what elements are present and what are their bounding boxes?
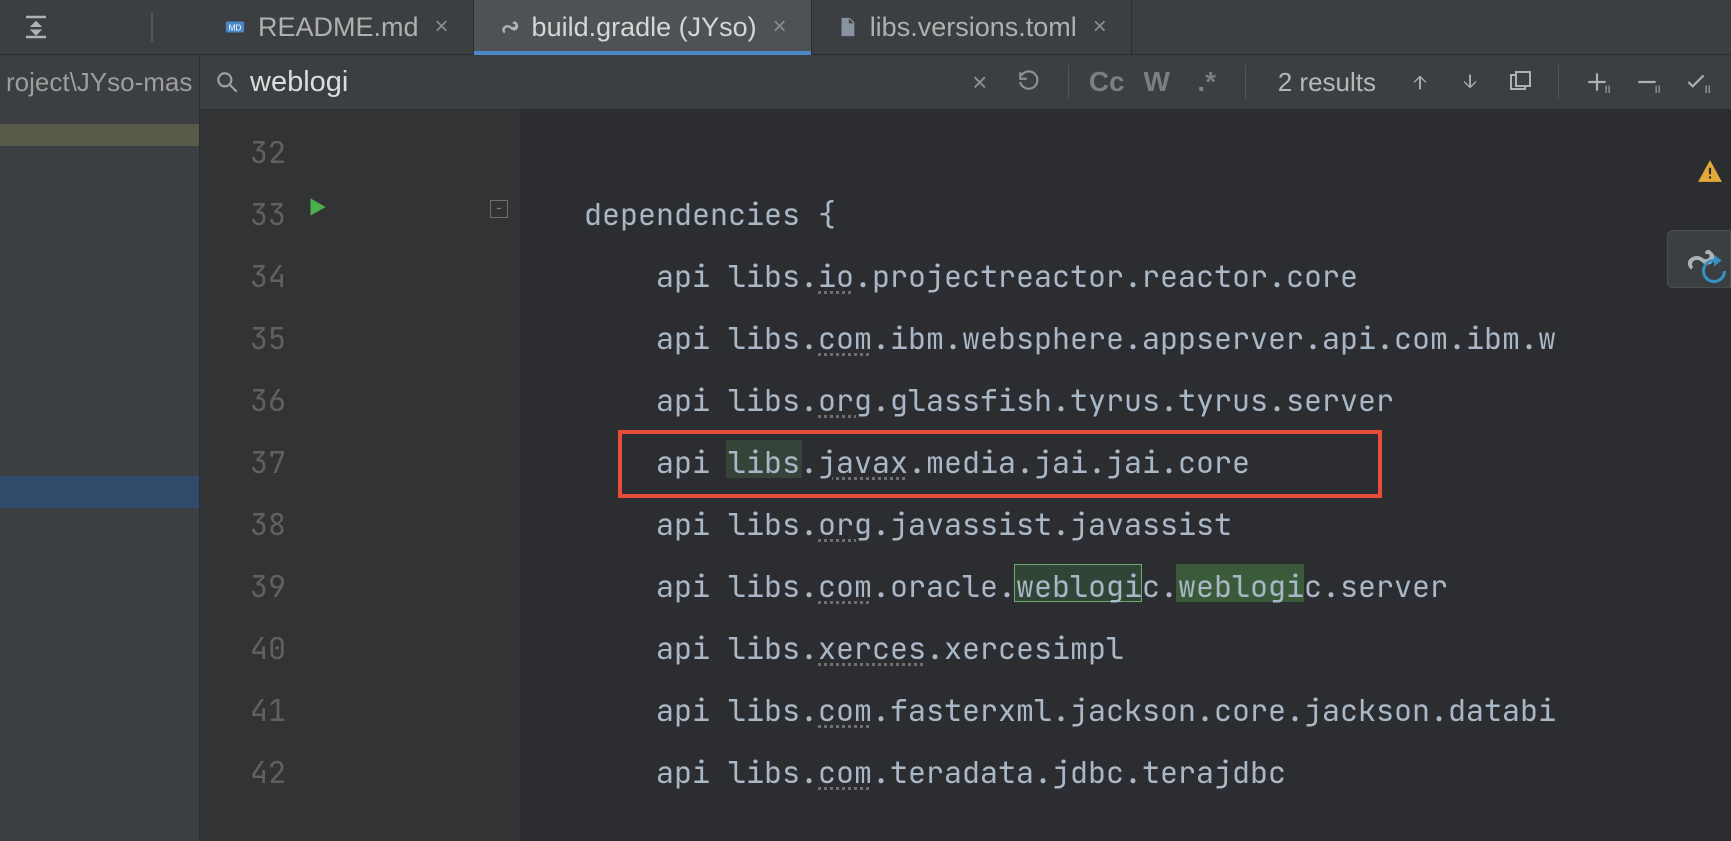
close-icon[interactable]: × <box>1093 13 1107 41</box>
tab-label: build.gradle (JYso) <box>532 12 757 43</box>
code-line[interactable]: api libs.org.glassfish.tyrus.tyrus.serve… <box>584 380 1394 420</box>
code-editor[interactable]: 32 33 − 34 35 36 37 38 39 40 41 42 dependencies { a… <box>200 110 1731 841</box>
file-icon <box>836 16 858 38</box>
history-icon[interactable] <box>1010 62 1050 102</box>
code-line[interactable]: api libs.org.javassist.javassist <box>584 504 1232 544</box>
line-number: 41 <box>200 690 286 730</box>
tab-label: libs.versions.toml <box>870 12 1077 43</box>
editor-gutter: 32 33 − 34 35 36 37 38 39 40 41 42 <box>200 110 520 841</box>
remove-selection-icon[interactable]: II <box>1627 62 1667 102</box>
code-line[interactable]: api libs.com.teradata.jdbc.terajdbc <box>584 752 1286 792</box>
gradle-icon <box>498 16 520 38</box>
line-number: 37 <box>200 442 286 482</box>
whole-word-toggle[interactable]: W <box>1137 62 1177 102</box>
run-gutter-icon[interactable] <box>304 194 330 225</box>
select-all-occurrences-icon[interactable]: II <box>1677 62 1717 102</box>
add-selection-icon[interactable]: II <box>1577 62 1617 102</box>
results-count: 2 results <box>1264 67 1390 98</box>
search-input[interactable] <box>250 66 650 99</box>
left-tool-group <box>0 0 200 54</box>
close-icon[interactable]: × <box>773 13 787 41</box>
divider-icon <box>150 9 154 45</box>
line-number: 34 <box>200 256 286 296</box>
line-number: 38 <box>200 504 286 544</box>
tab-label: README.md <box>258 12 419 43</box>
code-line[interactable]: api libs.javax.media.jai.jai.core <box>584 442 1250 482</box>
code-area[interactable]: dependencies { api libs.io.projectreacto… <box>520 110 1731 841</box>
prev-match-icon[interactable] <box>1400 62 1440 102</box>
code-line[interactable]: api libs.com.ibm.websphere.appserver.api… <box>584 318 1556 358</box>
code-line[interactable]: api libs.com.fasterxml.jackson.core.jack… <box>584 690 1556 730</box>
markdown-icon: MD <box>224 16 246 38</box>
tab-readme[interactable]: MD README.md × <box>200 0 474 54</box>
line-number: 40 <box>200 628 286 668</box>
search-icon[interactable] <box>214 69 240 95</box>
close-icon[interactable]: × <box>435 13 449 41</box>
svg-text:II: II <box>1655 84 1660 95</box>
tab-libs-versions[interactable]: libs.versions.toml × <box>812 0 1132 54</box>
editor-tabs: MD README.md × build.gradle (JYso) × lib… <box>200 0 1731 54</box>
find-bar: × Cc W .* 2 results II II <box>200 55 1731 110</box>
gear-icon[interactable] <box>84 9 120 45</box>
regex-toggle[interactable]: .* <box>1187 62 1227 102</box>
select-all-icon[interactable] <box>1500 62 1540 102</box>
breadcrumb: roject\JYso-mas <box>0 55 200 110</box>
sidebar-selection <box>0 476 199 508</box>
code-line[interactable]: api libs.io.projectreactor.reactor.core <box>584 256 1358 296</box>
project-sidebar[interactable] <box>0 110 200 841</box>
line-number: 35 <box>200 318 286 358</box>
line-number: 33 <box>200 194 286 234</box>
line-number: 42 <box>200 752 286 792</box>
collapse-icon[interactable] <box>18 9 54 45</box>
top-toolbar: MD README.md × build.gradle (JYso) × lib… <box>0 0 1731 55</box>
tab-build-gradle[interactable]: build.gradle (JYso) × <box>474 0 812 54</box>
code-line[interactable]: dependencies { <box>584 194 836 234</box>
clear-icon[interactable]: × <box>960 62 1000 102</box>
match-case-toggle[interactable]: Cc <box>1087 62 1127 102</box>
next-match-icon[interactable] <box>1450 62 1490 102</box>
svg-text:II: II <box>1705 84 1710 95</box>
svg-text:MD: MD <box>229 24 242 33</box>
warning-icon[interactable] <box>1697 158 1723 189</box>
gradle-sync-button[interactable] <box>1667 230 1731 288</box>
code-line[interactable]: api libs.com.oracle.weblogic.weblogic.se… <box>584 566 1448 606</box>
line-number: 39 <box>200 566 286 606</box>
svg-text:II: II <box>1605 84 1610 95</box>
sidebar-highlight <box>0 124 199 146</box>
line-number: 32 <box>200 132 286 172</box>
breadcrumb-text: roject\JYso-mas <box>6 67 192 98</box>
fold-icon[interactable]: − <box>490 200 508 218</box>
line-number: 36 <box>200 380 286 420</box>
code-line[interactable]: api libs.xerces.xercesimpl <box>584 628 1124 668</box>
